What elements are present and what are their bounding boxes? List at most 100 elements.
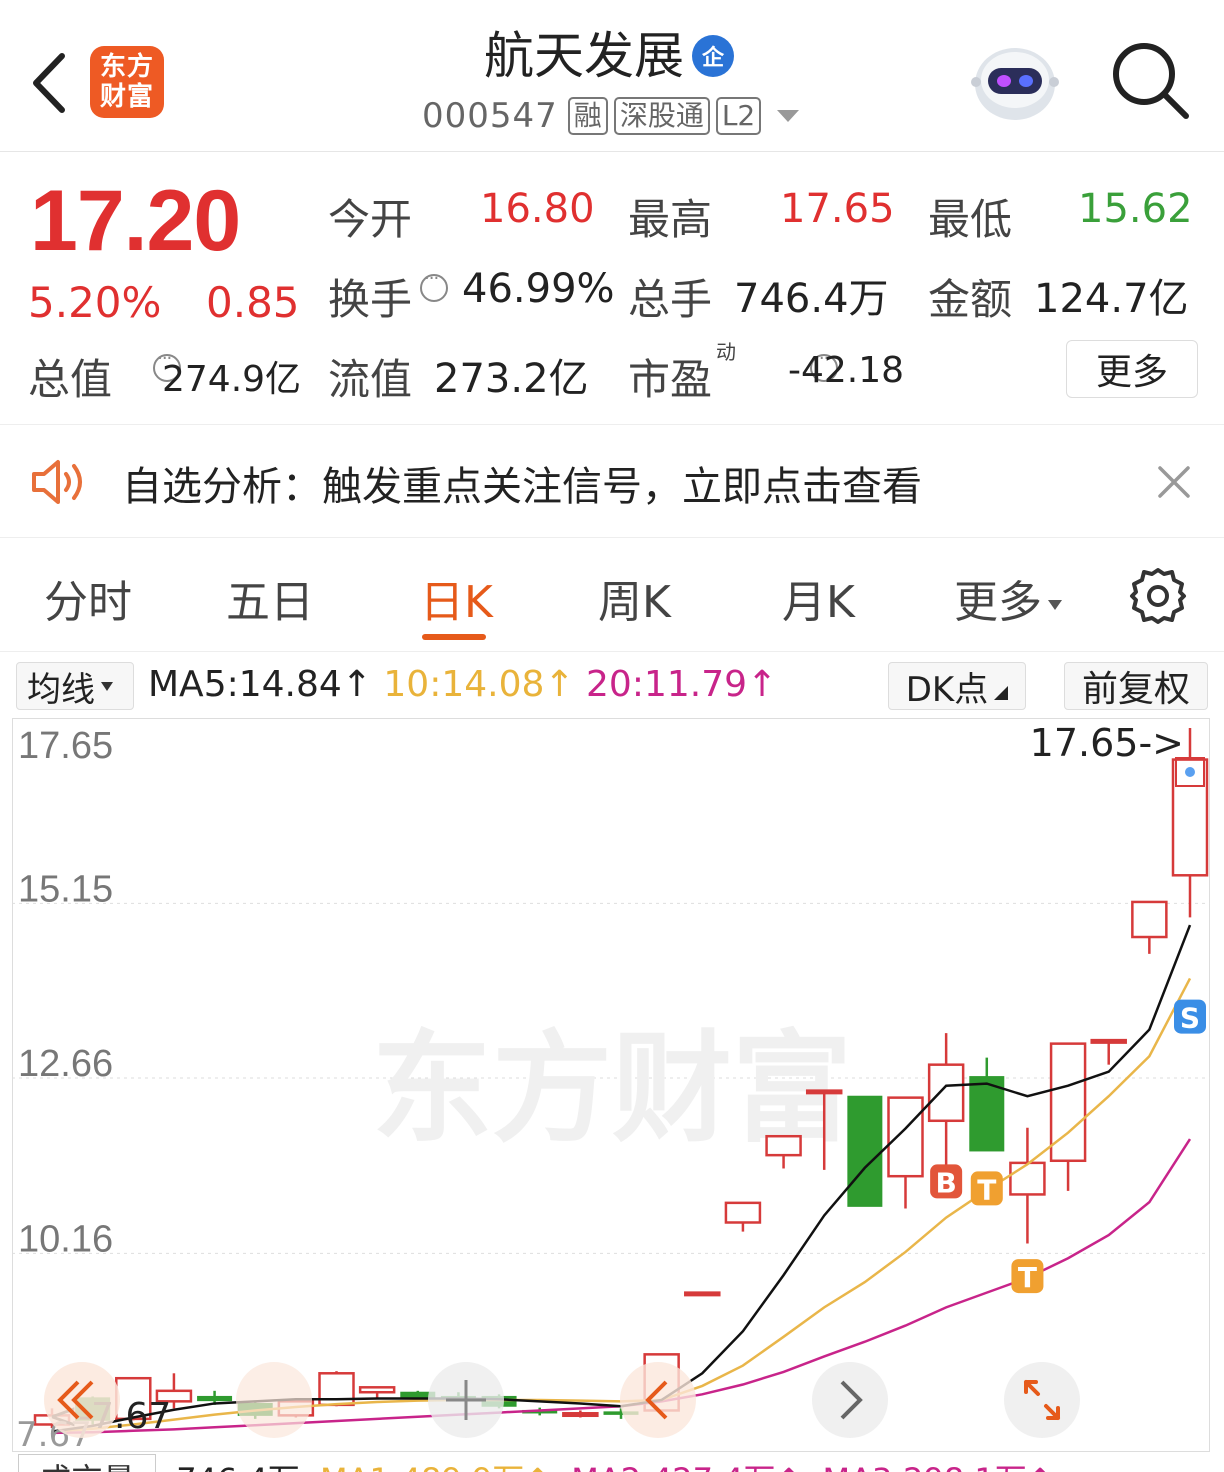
chevron-down-icon [101,681,113,691]
y-tick-label: 15.15 [18,868,113,910]
prev-bg [620,1362,696,1438]
dropdown-arrow-icon[interactable] [777,110,800,122]
scroll-left-bg [44,1362,120,1438]
volume-label[interactable]: 成交量 [18,1454,157,1472]
high-value: 17.65 [780,186,895,232]
next-button[interactable] [812,1362,888,1438]
notice-text[interactable]: 自选分析：触发重点关注信号，立即点击查看 [122,454,922,512]
pe-value: -42.18 [788,350,905,391]
pe-superscript: 动 [716,340,736,364]
scroll-to-start-button[interactable] [236,1362,312,1438]
more-button[interactable]: 更多 [1066,340,1198,398]
candle-body [1009,1161,1046,1196]
active-tab-indicator [422,634,486,640]
candle-body [724,1201,762,1224]
float-value: 273.2亿 [434,356,589,402]
info-dots-icon[interactable] [420,268,448,302]
turnover-label: 换手 [328,275,413,324]
prev-button[interactable] [620,1362,696,1438]
candle-body [197,1395,233,1402]
stock-name: 航天发展 [484,27,684,85]
enterprise-badge-icon: 企 [692,35,734,77]
fullscreen-button[interactable] [1004,1362,1080,1438]
fullscreen-bg [1004,1362,1080,1438]
low-value: 15.62 [1078,186,1193,232]
level2-tag: L2 [715,97,762,135]
search-icon[interactable] [1108,38,1192,122]
vma2-value: MA2:427.4万↑ [571,1461,802,1472]
open-value: 16.80 [480,186,595,232]
candle-body [847,1095,883,1207]
volume-value: 746.4万 [176,1461,300,1472]
speaker-icon [32,460,82,504]
amount-value: 124.7亿 [1034,276,1189,322]
back-arrow-icon[interactable] [28,48,88,118]
signal-T: T [970,1171,1003,1206]
vma1-value: MA1:489.9万↑ [320,1461,551,1472]
candle-body [1131,900,1168,939]
candle-body [684,1291,721,1297]
dk-point-button[interactable]: DK点 [888,662,1026,710]
signal-label: T [977,1173,996,1206]
tab-five-day[interactable]: 五日 [226,566,314,630]
ma-values: MA5:14.84↑ 10:14.08↑ 20:11.79↑ [148,664,777,705]
mktcap-value: 274.9亿 [162,359,302,400]
candle-body [358,1386,396,1394]
tab-more-label: 更多 [954,577,1042,628]
close-icon[interactable] [1152,460,1196,504]
change-amount: 0.85 [206,278,300,327]
stock-title[interactable]: 航天发展 企 [484,26,734,86]
tab-monthly-k[interactable]: 月K [782,566,855,630]
tab-weekly-k[interactable]: 周K [598,566,671,630]
crosshair-button[interactable] [428,1362,504,1438]
mktcap-label: 总值 [28,355,113,404]
candle-body [887,1096,924,1178]
candle-body [805,1089,843,1095]
float-label: 流值 [328,355,413,404]
robot-assistant-icon[interactable] [970,40,1060,124]
tab-intraday[interactable]: 分时 [44,566,132,630]
signal-S: S [1174,999,1206,1035]
volume-label: 总手 [628,275,713,324]
dk-point-label: DK点 [905,669,989,710]
current-price: 17.20 [30,173,241,269]
volume-strip: 成交量 746.4万 MA1:489.9万↑ MA2:427.4万↑ MA3:2… [12,1454,1210,1472]
turnover-value: 46.99% [462,266,615,312]
signal-label: T [1018,1261,1037,1294]
candle-body [765,1134,802,1157]
gear-icon[interactable] [1128,566,1188,626]
high-point-dot [1185,767,1195,777]
kline-chart[interactable]: 东方财富 BTTS 17.6515.1512.6610.16 17.65-> <… [12,718,1210,1452]
candle-body [1090,1038,1127,1044]
change-percent: 5.20% [28,278,162,327]
y-tick-label: 17.65 [18,725,113,767]
eastmoney-logo[interactable]: 东方 财富 [90,46,164,118]
signal-label: B [935,1166,956,1199]
ma5-value: MA5:14.84↑ [148,664,372,705]
stock-code: 000547 [422,96,558,136]
ma20-value: 20:11.79↑ [586,664,778,705]
tab-more[interactable]: 更多 [954,566,1062,630]
amount-label: 金额 [928,275,1013,324]
signal-B: B [930,1164,963,1199]
adjust-button[interactable]: 前复权 [1064,662,1208,710]
corner-triangle-icon [994,686,1009,700]
pe-label: 市盈 [628,355,713,404]
signal-label: S [1180,1002,1200,1035]
candle-body [927,1063,965,1123]
ma-select[interactable]: 均线 [16,662,134,710]
ma10-value: 10:14.08↑ [383,664,575,705]
ma-select-label: 均线 [27,669,95,710]
y-tick-label: 10.16 [18,1218,113,1260]
stock-code-row[interactable]: 000547 融 深股通 L2 [422,96,800,136]
signal-T: T [1011,1259,1044,1294]
tab-daily-k[interactable]: 日K [420,566,493,630]
volume-value: 746.4万 [734,276,889,322]
y-tick-label: 12.66 [18,1043,113,1085]
vma3-value: MA3:298.1万↑ [822,1461,1053,1472]
candle-body [562,1412,599,1418]
margin-tag: 融 [567,97,608,135]
scroll-left-button[interactable] [44,1362,120,1438]
connect-tag: 深股通 [613,97,710,135]
next-bg [812,1362,888,1438]
